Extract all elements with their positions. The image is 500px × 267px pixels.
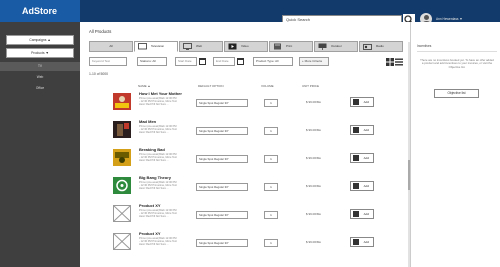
add-button[interactable]: Add: [350, 153, 374, 163]
billboard-icon: [318, 43, 327, 50]
more-criteria-button[interactable]: + More Criteria: [299, 57, 329, 66]
page-title: All Products: [89, 29, 112, 34]
tab-video[interactable]: Video: [224, 41, 268, 52]
default-option-select[interactable]: Single Spot Regular 30": [196, 239, 248, 247]
add-button[interactable]: Add: [350, 97, 374, 107]
product-title[interactable]: How I Met Your Mother: [139, 91, 182, 96]
unit-price: $ 99.00/Mo: [306, 184, 322, 188]
column-header-default-option: DEFAULT OPTION: [198, 84, 224, 88]
product-thumbnail[interactable]: [113, 93, 131, 110]
volume-input[interactable]: 1: [264, 127, 278, 135]
grid-view-icon[interactable]: [386, 58, 394, 66]
end-date-input[interactable]: End Date: [213, 57, 235, 66]
table-row: Mad Men Prime (one-week)Web 12:00 PM - 1…: [108, 117, 374, 145]
products-button[interactable]: Products ▼: [6, 48, 74, 58]
filter-bar: Keyword Text Stations: All Start Date En…: [89, 57, 403, 66]
divider: [417, 51, 497, 52]
unit-price: $ 99.00/Mo: [306, 128, 322, 132]
unit-price: $ 99.00/Mo: [306, 156, 322, 160]
stations-select[interactable]: Stations: All: [137, 57, 167, 66]
default-option-select[interactable]: Single Spot Regular 30": [196, 155, 248, 163]
unit-price: $ 99.00/Mo: [306, 240, 322, 244]
add-button[interactable]: Add: [350, 181, 374, 191]
volume-input[interactable]: 1: [264, 99, 278, 107]
tab-radio[interactable]: Radio: [359, 41, 403, 52]
list-view-icon[interactable]: [395, 58, 403, 66]
category-tabs: All Television Web Video Print Outdoor R…: [89, 41, 403, 52]
add-button[interactable]: Add: [350, 237, 374, 247]
incentives-panel: Incentives There are no incentives booke…: [410, 22, 500, 267]
column-header-unit-price: UNIT PRICE: [302, 84, 319, 88]
tab-television[interactable]: Television: [134, 41, 178, 52]
add-button[interactable]: Add: [350, 209, 374, 219]
tab-web[interactable]: Web: [179, 41, 223, 52]
table-row: Product XY Prime (one-week)Web 12:00 PM …: [108, 229, 374, 257]
default-option-select[interactable]: Single Spot Regular 30": [196, 127, 248, 135]
product-description: Prime (one-week)Web 12:00 PM - 12:30 PM …: [139, 209, 177, 218]
unit-price: $ 99.00/Mo: [306, 100, 322, 104]
panel-title: Incentives: [417, 44, 432, 48]
television-icon: [138, 43, 147, 50]
product-type-select[interactable]: Product Type: All: [253, 57, 293, 66]
product-thumbnail[interactable]: [113, 149, 131, 166]
volume-input[interactable]: 1: [264, 155, 278, 163]
table-row: Product XY Prime (one-week)Web 12:00 PM …: [108, 201, 374, 229]
tab-outdoor[interactable]: Outdoor: [314, 41, 358, 52]
product-title[interactable]: Product XY: [139, 231, 161, 236]
product-description: Prime (one-week)Web 12:00 PM - 12:30 PM …: [139, 153, 177, 162]
product-description: Prime (one-week)Web 12:00 PM - 12:30 PM …: [139, 97, 177, 106]
user-menu[interactable]: Ann Hewerdass ▼: [436, 17, 463, 21]
sidebar-item-office[interactable]: Office: [0, 84, 80, 93]
volume-input[interactable]: 1: [264, 183, 278, 191]
panel-message: There are no incentives booked yet. To h…: [420, 58, 494, 69]
campaigns-button[interactable]: Campaigns ▲: [6, 35, 74, 45]
image-placeholder-icon[interactable]: [113, 233, 131, 250]
tab-all[interactable]: All: [89, 41, 133, 52]
product-title[interactable]: Big Bang Theory: [139, 175, 171, 180]
product-description: Prime (one-week)Web 12:00 PM - 12:30 PM …: [139, 125, 177, 134]
default-option-select[interactable]: Single Spot Regular 30": [196, 211, 248, 219]
table-row: Breaking Bad Prime (one-week)Web 12:00 P…: [108, 145, 374, 173]
monitor-icon: [183, 43, 192, 50]
product-thumbnail[interactable]: [113, 121, 131, 138]
radio-icon: [363, 44, 372, 50]
product-thumbnail[interactable]: [113, 177, 131, 194]
table-row: Big Bang Theory Prime (one-week)Web 12:0…: [108, 173, 374, 201]
product-title[interactable]: Breaking Bad: [139, 147, 165, 152]
column-header-volume: VOLUME: [261, 84, 274, 88]
app-logo[interactable]: AdStore: [0, 0, 80, 22]
table-row: How I Met Your Mother Prime (one-week)We…: [108, 89, 374, 117]
sidebar-item-tv[interactable]: TV: [0, 62, 80, 71]
volume-input[interactable]: 1: [264, 239, 278, 247]
keyword-search-input[interactable]: Keyword Text: [89, 57, 127, 66]
default-option-select[interactable]: Single Spot Regular 30": [196, 99, 248, 107]
sidebar: Campaigns ▲ Products ▼ TV Web Office: [0, 22, 80, 267]
product-description: Prime (one-week)Web 12:00 PM - 12:30 PM …: [139, 181, 177, 190]
add-button[interactable]: Add: [350, 125, 374, 135]
start-date-input[interactable]: Start Date: [175, 57, 197, 66]
calendar-icon[interactable]: [237, 58, 244, 65]
image-placeholder-icon[interactable]: [113, 205, 131, 222]
column-header-name[interactable]: NAME ▲: [138, 84, 150, 88]
product-title[interactable]: Product XY: [139, 203, 161, 208]
print-icon: [274, 43, 281, 50]
product-title[interactable]: Mad Men: [139, 119, 156, 124]
tab-print[interactable]: Print: [269, 41, 313, 52]
main-content: All Products All Television Web Video Pr…: [80, 22, 410, 267]
video-icon: [228, 43, 237, 50]
volume-input[interactable]: 1: [264, 211, 278, 219]
unit-price: $ 99.00/Mo: [306, 212, 322, 216]
sidebar-item-web[interactable]: Web: [0, 73, 80, 82]
results-count: 1-10 of 5000: [89, 72, 109, 76]
objective-list-button[interactable]: Objective list: [434, 89, 479, 98]
product-description: Prime (one-week)Web 12:00 PM - 12:30 PM …: [139, 237, 177, 246]
default-option-select[interactable]: Single Spot Regular 30": [196, 183, 248, 191]
calendar-icon[interactable]: [199, 58, 206, 65]
